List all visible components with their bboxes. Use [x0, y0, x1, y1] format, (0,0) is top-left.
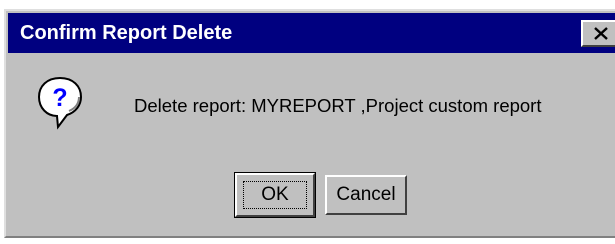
- ok-button-label: OK: [243, 181, 307, 209]
- dialog-title: Confirm Report Delete: [20, 22, 233, 44]
- ok-button[interactable]: OK: [234, 172, 316, 218]
- cancel-button[interactable]: Cancel: [325, 175, 407, 215]
- confirm-message: Delete report: MYREPORT ,Project custom …: [134, 95, 542, 116]
- confirm-report-delete-dialog: Confirm Report Delete ? Delete report: M…: [4, 9, 615, 238]
- close-icon: [594, 27, 608, 40]
- question-icon: ?: [37, 76, 83, 130]
- close-button[interactable]: [581, 20, 615, 47]
- title-bar[interactable]: Confirm Report Delete: [8, 13, 615, 53]
- svg-text:?: ?: [52, 84, 67, 112]
